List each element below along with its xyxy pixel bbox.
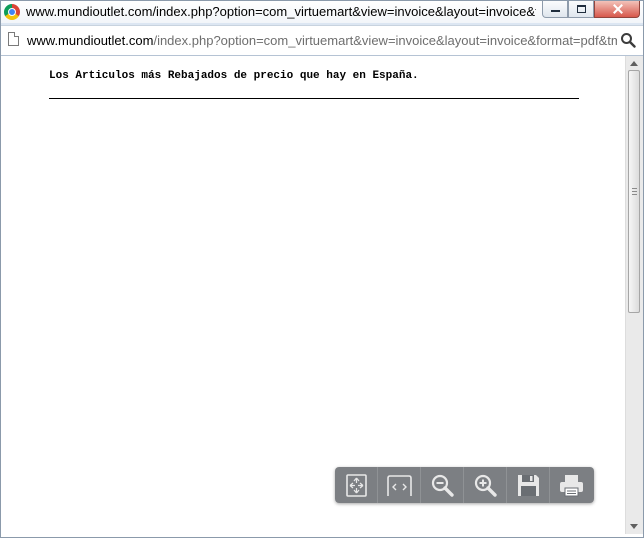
maximize-button[interactable] bbox=[568, 1, 594, 18]
fit-width-button[interactable] bbox=[378, 467, 421, 503]
zoom-out-button[interactable] bbox=[421, 467, 464, 503]
zoom-in-icon bbox=[474, 474, 497, 497]
close-button[interactable] bbox=[594, 1, 640, 18]
save-icon bbox=[518, 475, 539, 496]
fit-page-button[interactable] bbox=[335, 467, 378, 503]
url-text[interactable]: www.mundioutlet.com/index.php?option=com… bbox=[27, 33, 617, 48]
pdf-toolbar bbox=[335, 467, 594, 503]
fit-page-icon bbox=[346, 474, 367, 497]
scroll-thumb[interactable] bbox=[628, 70, 640, 313]
page-icon bbox=[8, 32, 19, 46]
minimize-button[interactable] bbox=[542, 1, 568, 18]
vertical-scrollbar[interactable] bbox=[625, 56, 643, 534]
url-path: /index.php?option=com_virtuemart&view=in… bbox=[153, 33, 617, 48]
print-icon bbox=[560, 475, 583, 497]
search-icon[interactable] bbox=[620, 32, 636, 48]
url-host: www.mundioutlet.com bbox=[27, 33, 154, 48]
heading-divider bbox=[49, 98, 579, 99]
save-button[interactable] bbox=[507, 467, 550, 503]
fit-width-icon bbox=[387, 475, 412, 496]
document-heading: Los Articulos más Rebajados de precio qu… bbox=[49, 70, 419, 82]
scroll-up-arrow[interactable] bbox=[630, 61, 638, 66]
zoom-in-button[interactable] bbox=[464, 467, 507, 503]
window-title: www.mundioutlet.com/index.php?option=com… bbox=[26, 4, 536, 19]
print-button[interactable] bbox=[550, 467, 593, 503]
popup-window: www.mundioutlet.com/index.php?option=com… bbox=[0, 0, 644, 538]
scroll-grip-icon bbox=[632, 188, 637, 195]
pdf-viewer[interactable]: Los Articulos más Rebajados de precio qu… bbox=[1, 56, 643, 537]
address-bar[interactable]: www.mundioutlet.com/index.php?option=com… bbox=[1, 25, 643, 56]
title-bar[interactable]: www.mundioutlet.com/index.php?option=com… bbox=[1, 1, 643, 23]
zoom-out-icon bbox=[431, 474, 454, 497]
chrome-logo-icon bbox=[4, 4, 20, 20]
scroll-down-arrow[interactable] bbox=[630, 524, 638, 529]
